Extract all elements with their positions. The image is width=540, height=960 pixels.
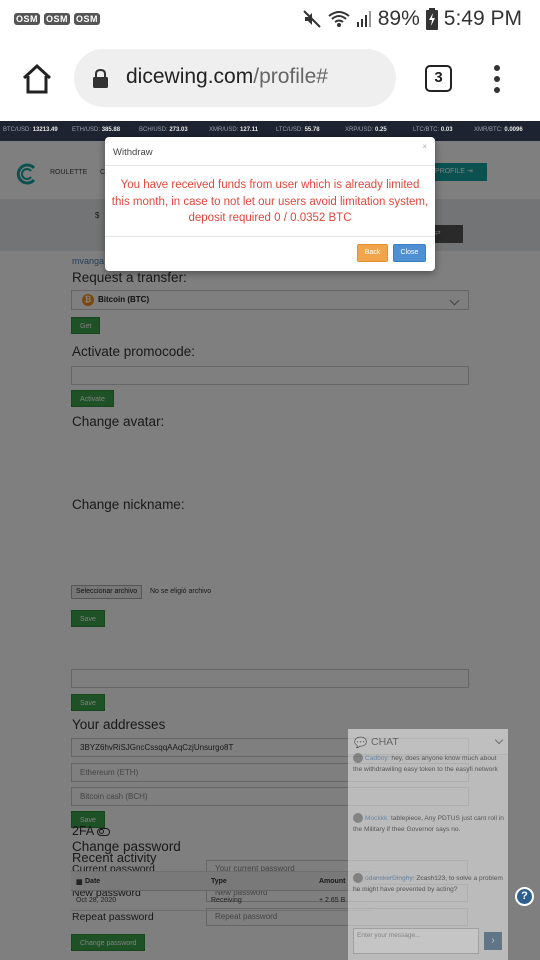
ticker-item: XRP/USD: 0.25 xyxy=(345,127,387,133)
address-bar[interactable]: dicewing.com/profile# xyxy=(74,49,396,107)
status-bar: OSM OSM OSM 89% 5:49 PM xyxy=(0,0,540,38)
chat-message: Mockkk: tablepiece, Any PDTUS just cant … xyxy=(353,813,505,835)
osm-notification-icon: OSM xyxy=(14,13,41,25)
help-icon[interactable]: ? xyxy=(515,887,534,906)
battery-charging-icon xyxy=(425,8,438,30)
chat-message: odanskerDinghy: Zcash123, to solve a pro… xyxy=(353,873,505,895)
chat-header[interactable]: 💬 CHAT xyxy=(348,729,508,755)
close-icon[interactable]: × xyxy=(422,142,427,151)
signal-icon xyxy=(356,11,371,27)
chevron-down-icon[interactable] xyxy=(494,735,504,745)
lock-icon xyxy=(93,69,108,88)
avatar xyxy=(353,873,363,884)
divider xyxy=(105,236,435,237)
overflow-menu-icon[interactable] xyxy=(494,65,502,93)
chat-author[interactable]: Mockkk: xyxy=(365,815,389,822)
chat-message: Cadboy: hey, does anyone know much about… xyxy=(353,753,505,775)
ticker-item: XMR/USD: 127.11 xyxy=(209,127,259,133)
ticker-item: LTC/USD: 55.78 xyxy=(276,127,320,133)
divider xyxy=(105,165,435,166)
ticker-item: BTC/USD: 13213.49 xyxy=(3,127,58,133)
close-button[interactable]: Close xyxy=(393,244,426,262)
home-icon[interactable] xyxy=(20,62,54,96)
avatar xyxy=(353,753,363,764)
ticker-item: ETH/USD: 385.88 xyxy=(72,127,121,133)
modal-message: You have received funds from user which … xyxy=(111,179,429,224)
ticker-item: BCH/USD: 273.03 xyxy=(139,127,188,133)
modal-title: Withdraw xyxy=(113,147,153,158)
chat-author[interactable]: odanskerDinghy: xyxy=(365,875,414,882)
mute-icon xyxy=(303,10,321,28)
clock: 5:49 PM xyxy=(443,7,522,30)
chat-input[interactable]: Enter your message... xyxy=(353,928,479,954)
chat-author[interactable]: Cadboy: xyxy=(365,755,390,762)
url-text: dicewing.com/profile# xyxy=(126,65,328,89)
ticker-item: XMR/BTC: 0.0096 xyxy=(474,127,523,133)
tab-count-button[interactable]: 3 xyxy=(425,65,452,92)
back-button[interactable]: Back xyxy=(357,244,388,262)
battery-percent: 89% xyxy=(377,7,420,30)
withdraw-modal: Withdraw × You have received funds from … xyxy=(105,137,435,271)
url-path: /profile# xyxy=(253,65,328,88)
screen: OSM OSM OSM 89% 5:49 PM dicewing.com/pro… xyxy=(0,0,540,960)
chat-panel: 💬 CHAT Cadboy: hey, does anyone know muc… xyxy=(348,729,508,960)
osm-notification-icon: OSM xyxy=(44,13,71,25)
chat-bubble-icon: 💬 xyxy=(354,737,368,749)
browser-toolbar: dicewing.com/profile# 3 xyxy=(0,38,540,120)
send-icon[interactable]: › xyxy=(484,932,502,950)
osm-notification-icon: OSM xyxy=(74,13,101,25)
avatar xyxy=(353,813,363,824)
wifi-icon xyxy=(328,11,350,27)
chat-title: CHAT xyxy=(371,736,399,748)
url-host: dicewing.com xyxy=(126,65,254,88)
notification-icons: OSM OSM OSM xyxy=(0,13,101,25)
ticker-item: LTC/BTC: 0.03 xyxy=(413,127,453,133)
